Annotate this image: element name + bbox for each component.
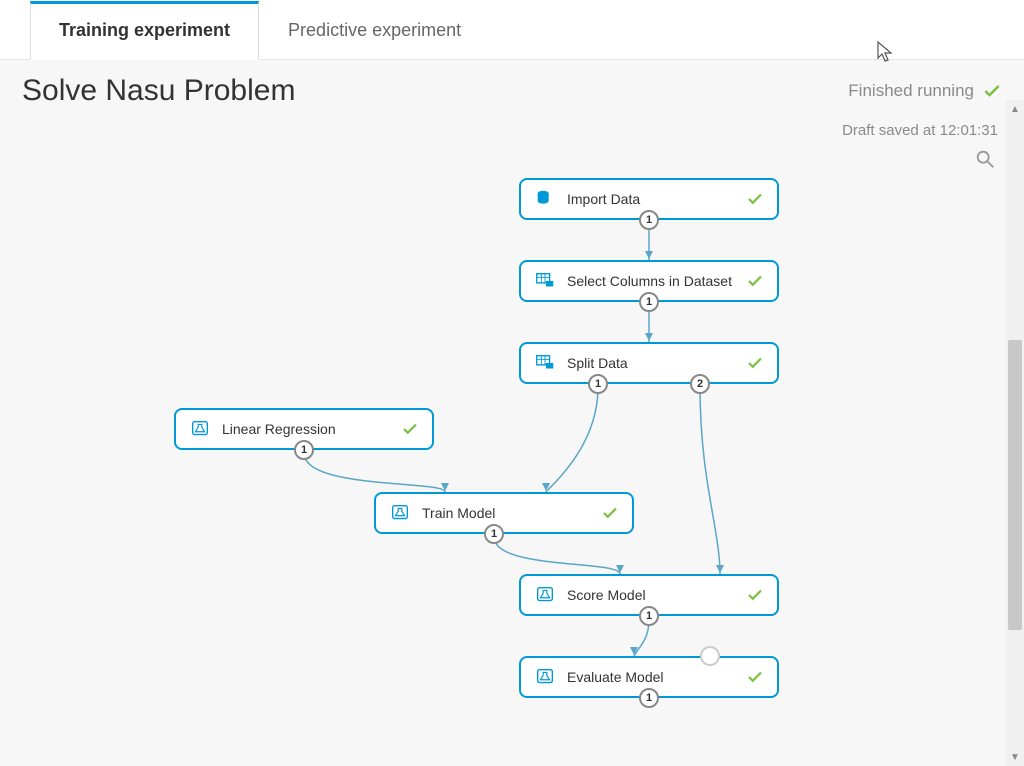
node-label: Import Data (567, 191, 745, 207)
check-icon (400, 420, 420, 438)
flask-icon (388, 501, 412, 525)
check-icon (745, 190, 765, 208)
node-label: Score Model (567, 587, 745, 603)
node-split-data[interactable]: Split Data (519, 342, 779, 384)
output-port[interactable]: 1 (639, 292, 659, 312)
check-icon (600, 504, 620, 522)
tab-predictive-experiment[interactable]: Predictive experiment (259, 3, 490, 59)
database-arrow-icon (533, 187, 557, 211)
tab-training-experiment[interactable]: Training experiment (30, 1, 259, 60)
flask-icon (188, 417, 212, 441)
check-icon (745, 668, 765, 686)
input-port-empty[interactable] (700, 646, 720, 666)
node-label: Select Columns in Dataset (567, 273, 745, 289)
vertical-scrollbar[interactable]: ▲ ▼ (1006, 100, 1024, 766)
output-port[interactable]: 1 (294, 440, 314, 460)
output-port[interactable]: 1 (639, 606, 659, 626)
output-port[interactable]: 1 (484, 524, 504, 544)
connectors (0, 60, 1006, 766)
scroll-thumb[interactable] (1008, 340, 1022, 630)
scroll-up-arrow-icon[interactable]: ▲ (1006, 100, 1024, 118)
output-port[interactable]: 1 (588, 374, 608, 394)
output-port[interactable]: 2 (690, 374, 710, 394)
grid-icon (533, 351, 557, 375)
node-train-model[interactable]: Train Model (374, 492, 634, 534)
node-label: Evaluate Model (567, 669, 745, 685)
flask-icon (533, 583, 557, 607)
check-icon (745, 354, 765, 372)
check-icon (745, 586, 765, 604)
check-icon (745, 272, 765, 290)
tabs-bar: Training experiment Predictive experimen… (0, 0, 1024, 60)
node-label: Train Model (422, 505, 600, 521)
experiment-canvas-area: Solve Nasu Problem Finished running Draf… (0, 60, 1024, 766)
node-label: Split Data (567, 355, 745, 371)
flask-icon (533, 665, 557, 689)
node-label: Linear Regression (222, 421, 400, 437)
output-port[interactable]: 1 (639, 210, 659, 230)
grid-icon (533, 269, 557, 293)
output-port[interactable]: 1 (639, 688, 659, 708)
scroll-down-arrow-icon[interactable]: ▼ (1006, 748, 1024, 766)
pipeline-canvas[interactable]: Import Data 1 Select Columns in Dataset … (0, 60, 1006, 766)
